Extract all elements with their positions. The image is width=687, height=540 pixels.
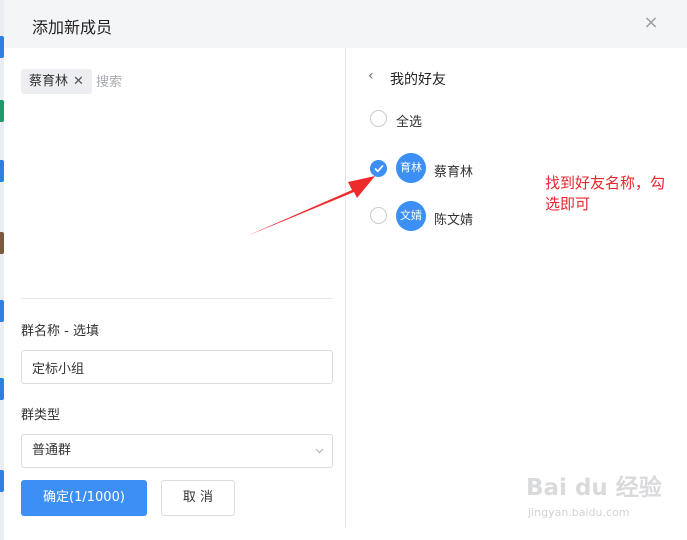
- watermark-logo: Bai du 经验: [526, 475, 662, 501]
- group-type-label: 群类型: [21, 408, 61, 423]
- avatar: 育林: [396, 153, 426, 183]
- select-all-radio[interactable]: [370, 110, 387, 127]
- cancel-button[interactable]: 取 消: [161, 480, 235, 516]
- remove-tag-icon[interactable]: ✕: [73, 69, 84, 94]
- dialog-title: 添加新成员: [32, 18, 113, 37]
- selected-member-name: 蔡育林: [29, 74, 69, 89]
- selected-member-tag: 蔡育林 ✕: [21, 69, 92, 94]
- annotation-text: 找到好友名称，勾选即可: [545, 174, 666, 213]
- group-type-value: 普通群: [32, 443, 72, 458]
- watermark: Bai du 经验 jingyan.baidu.com: [526, 468, 676, 526]
- column-divider: [345, 48, 346, 528]
- friend-name[interactable]: 蔡育林: [434, 161, 473, 180]
- search-input[interactable]: [96, 70, 296, 94]
- group-name-input[interactable]: [21, 350, 333, 384]
- friends-panel-title: 我的好友: [390, 72, 446, 88]
- add-member-dialog: 添加新成员 × 蔡育林 ✕ 群名称 - 选填 群类型 普通群 确定(1/1000…: [4, 0, 687, 540]
- friend-checkbox-chen[interactable]: [370, 207, 387, 224]
- confirm-button[interactable]: 确定(1/1000): [21, 480, 147, 516]
- screenshot: 添加新成员 × 蔡育林 ✕ 群名称 - 选填 群类型 普通群 确定(1/1000…: [0, 0, 687, 540]
- section-divider: [21, 298, 333, 299]
- watermark-url: jingyan.baidu.com: [528, 506, 630, 519]
- avatar: 文婧: [396, 201, 426, 231]
- group-name-label: 群名称 - 选填: [21, 324, 99, 339]
- select-all-label: 全选: [396, 115, 423, 130]
- close-icon[interactable]: ×: [639, 11, 663, 35]
- friend-checkbox-cai[interactable]: [370, 160, 387, 177]
- chevron-left-icon[interactable]: ‹: [368, 68, 374, 84]
- dialog-header: 添加新成员 ×: [4, 0, 687, 48]
- friend-name[interactable]: 陈文婧: [434, 209, 473, 228]
- chevron-down-icon: [315, 435, 324, 467]
- group-type-select[interactable]: 普通群: [21, 434, 333, 468]
- check-icon: [374, 164, 384, 173]
